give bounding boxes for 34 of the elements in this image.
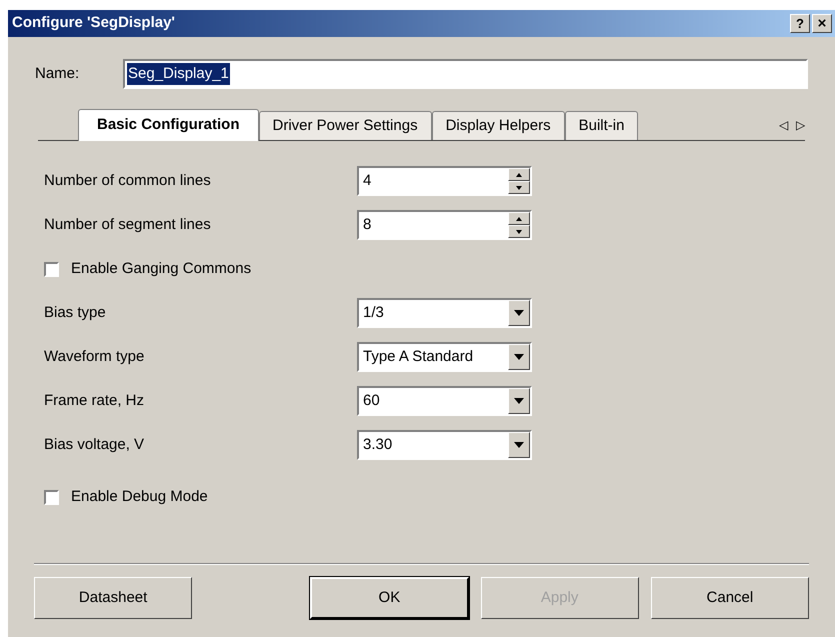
checkbox-label: Enable Ganging Commons — [71, 258, 252, 279]
spin-down-icon[interactable] — [508, 181, 530, 194]
spin-up-icon[interactable] — [508, 168, 530, 181]
dropdown-field[interactable]: 1/3 — [357, 298, 532, 328]
name-field[interactable]: Seg_Display_1 — [123, 59, 808, 89]
spin-up-icon[interactable] — [508, 212, 530, 225]
setting-label: Frame rate, Hz — [44, 390, 146, 411]
tab-scroll-left-button[interactable]: ◁ — [779, 116, 788, 134]
setting-label: Number of common lines — [44, 170, 212, 191]
setting-label: Number of segment lines — [44, 214, 212, 235]
help-button[interactable]: ? — [790, 14, 810, 33]
spin-field[interactable]: 4 — [357, 166, 532, 196]
dialog-button[interactable]: Cancel — [650, 577, 809, 619]
window-title: Configure 'SegDisplay' — [12, 13, 175, 34]
tab-scroll-right-button[interactable]: ▷ — [796, 116, 805, 134]
checkbox-label: Enable Debug Mode — [71, 486, 208, 507]
dropdown-field[interactable]: 60 — [357, 386, 532, 416]
tab[interactable]: Driver Power Settings — [258, 111, 432, 140]
setting-label: Bias type — [44, 302, 107, 323]
close-button[interactable]: × — [812, 14, 832, 33]
spin-field[interactable]: 8 — [357, 210, 532, 240]
tab[interactable]: Built-in — [564, 111, 638, 140]
setting-label: Bias voltage, V — [44, 434, 146, 455]
dropdown-field[interactable]: 3.30 — [357, 430, 532, 460]
tab[interactable]: Display Helpers — [432, 111, 565, 140]
spin-down-icon[interactable] — [508, 225, 530, 238]
dialog-button[interactable]: OK — [310, 577, 468, 619]
tab[interactable]: Basic Configuration — [78, 109, 259, 141]
checkbox[interactable] — [44, 490, 59, 504]
setting-label: Waveform type — [44, 346, 146, 367]
datasheet-button[interactable]: Datasheet — [34, 577, 192, 619]
name-label: Name: — [35, 64, 80, 84]
dropdown-field[interactable]: Type A Standard — [357, 342, 532, 372]
checkbox[interactable] — [44, 262, 59, 276]
